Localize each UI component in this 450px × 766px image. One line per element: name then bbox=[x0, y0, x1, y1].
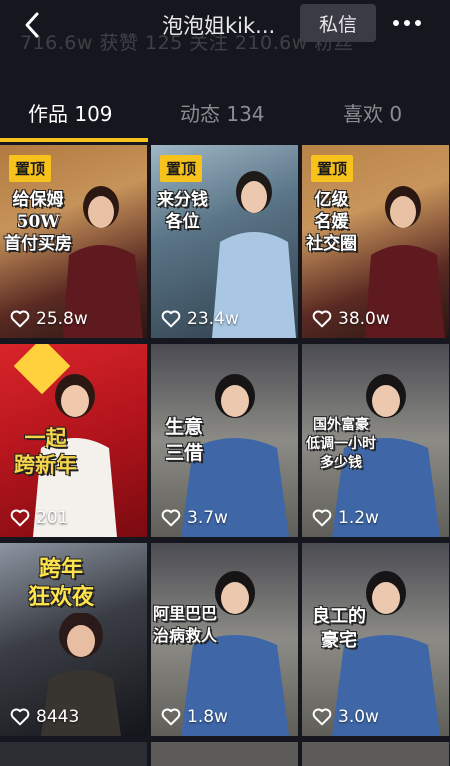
heart-icon bbox=[10, 708, 30, 726]
video-caption: 跨年 狂欢夜 bbox=[28, 556, 95, 610]
video-caption: 一起 跨新年 bbox=[14, 425, 77, 477]
heart-icon bbox=[312, 310, 332, 328]
profile-header: 716.6w 获赞 125 关注 210.6w 粉丝 泡泡姐kik... 私信 bbox=[0, 0, 450, 90]
like-count: 1.2w bbox=[312, 508, 379, 528]
video-thumbnail[interactable] bbox=[302, 742, 449, 766]
like-count: 8443 bbox=[10, 707, 79, 727]
like-count-value: 25.8w bbox=[36, 309, 88, 329]
pinned-badge: 置顶 bbox=[160, 155, 203, 182]
like-count-value: 1.8w bbox=[187, 707, 228, 727]
like-count-value: 23.4w bbox=[187, 309, 239, 329]
like-count: 23.4w bbox=[161, 309, 239, 329]
video-caption: 来分钱 各位 bbox=[157, 190, 208, 232]
like-count-value: 1.2w bbox=[338, 508, 379, 528]
heart-icon bbox=[10, 509, 30, 527]
like-count-value: 201 bbox=[36, 508, 69, 528]
video-thumbnail[interactable] bbox=[0, 742, 147, 766]
direct-message-button[interactable]: 私信 bbox=[300, 4, 376, 42]
heart-icon bbox=[312, 509, 332, 527]
video-thumbnail[interactable]: 置顶 亿级 名媛 社交圈 38.0w bbox=[302, 145, 449, 338]
video-caption: 良工的 豪宅 bbox=[312, 606, 366, 651]
like-count: 38.0w bbox=[312, 309, 390, 329]
pinned-badge: 置顶 bbox=[311, 155, 354, 182]
tab-moments[interactable]: 动态 134 bbox=[180, 98, 265, 127]
video-thumbnail[interactable]: 一起 跨新年 201 bbox=[0, 344, 147, 537]
pinned-badge: 置顶 bbox=[9, 155, 52, 182]
more-options-icon[interactable] bbox=[393, 20, 421, 26]
video-thumbnail[interactable]: 生意 三借 3.7w bbox=[151, 344, 298, 537]
like-count: 1.8w bbox=[161, 707, 228, 727]
video-thumbnail[interactable]: 国外富豪 低调一小时 多少钱 1.2w bbox=[302, 344, 449, 537]
profile-title: 泡泡姐kik... bbox=[162, 14, 276, 38]
heart-icon bbox=[161, 310, 181, 328]
back-arrow-icon[interactable] bbox=[18, 10, 48, 40]
profile-tabs: 作品 109 动态 134 喜欢 0 bbox=[0, 90, 450, 142]
like-count-value: 8443 bbox=[36, 707, 80, 727]
like-count-value: 3.7w bbox=[187, 508, 228, 528]
active-tab-indicator bbox=[0, 138, 148, 142]
video-caption: 阿里巴巴 治病救人 bbox=[153, 604, 218, 645]
heart-icon bbox=[161, 708, 181, 726]
video-thumbnail[interactable]: 阿里巴巴 治病救人 1.8w bbox=[151, 543, 298, 736]
video-caption: 给保姆 50W 首付买房 bbox=[4, 190, 72, 254]
like-count: 3.7w bbox=[161, 508, 228, 528]
like-count-value: 3.0w bbox=[338, 707, 379, 727]
heart-icon bbox=[312, 708, 332, 726]
video-thumbnail[interactable]: 置顶 来分钱 各位 23.4w bbox=[151, 145, 298, 338]
video-caption: 亿级 名媛 社交圈 bbox=[306, 190, 357, 254]
video-thumbnail[interactable]: 置顶 给保姆 50W 首付买房 25.8w bbox=[0, 145, 147, 338]
video-caption: 国外富豪 低调一小时 多少钱 bbox=[306, 417, 376, 471]
tab-works[interactable]: 作品 109 bbox=[28, 98, 113, 127]
tab-likes[interactable]: 喜欢 0 bbox=[343, 98, 402, 127]
like-count: 201 bbox=[10, 508, 68, 528]
heart-icon bbox=[161, 509, 181, 527]
video-thumbnail[interactable]: 良工的 豪宅 3.0w bbox=[302, 543, 449, 736]
video-thumbnail[interactable] bbox=[151, 742, 298, 766]
video-caption: 生意 三借 bbox=[165, 416, 204, 464]
like-count: 3.0w bbox=[312, 707, 379, 727]
like-count-value: 38.0w bbox=[338, 309, 390, 329]
heart-icon bbox=[10, 310, 30, 328]
video-thumbnail[interactable]: 跨年 狂欢夜 8443 bbox=[0, 543, 147, 736]
like-count: 25.8w bbox=[10, 309, 88, 329]
